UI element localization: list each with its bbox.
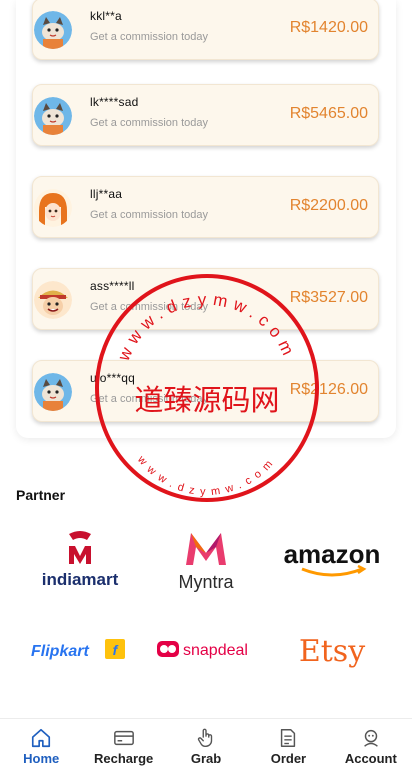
nav-grab-label: Grab (190, 751, 222, 766)
nav-home[interactable]: Home (0, 719, 82, 774)
cat-avatar (34, 11, 72, 49)
etsy-logo[interactable]: Etsy (268, 612, 396, 688)
home-icon (32, 728, 51, 748)
nav-recharge-label: Recharge (93, 751, 154, 766)
cat-avatar (34, 97, 72, 135)
myntra-wordmark: Myntra (178, 572, 234, 592)
nav-home-label: Home (23, 751, 60, 766)
nav-recharge[interactable]: Recharge (82, 719, 164, 774)
bottom-nav: Home Recharge Grab Order Account (0, 718, 412, 774)
flipkart-logo[interactable]: Flipkart f (16, 612, 144, 688)
card-icon (113, 730, 134, 746)
watermark-ring-bottom: www.dzymw.com (134, 453, 273, 498)
commission-subtitle: Get a commission today (90, 393, 208, 405)
cat-avatar (34, 373, 72, 411)
commission-amount: R$1420.00 (289, 19, 368, 36)
flipkart-wordmark: Flipkart (31, 643, 89, 660)
commission-card: kkl**a Get a commission today R$1420.00 (32, 0, 379, 60)
commission-amount: R$2126.00 (289, 381, 368, 398)
pirate-avatar (34, 281, 72, 319)
amazon-logo[interactable]: amazon (268, 522, 396, 598)
commission-subtitle: Get a commission today (90, 209, 208, 221)
commission-card: lk****sad Get a commission today R$5465.… (32, 84, 379, 146)
amazon-wordmark: amazon (284, 539, 381, 569)
user-name: kkl**a (90, 9, 122, 23)
snapdeal-logo[interactable]: snapdeal (144, 612, 268, 688)
document-icon (281, 729, 296, 747)
snapdeal-wordmark: snapdeal (183, 642, 248, 659)
commission-subtitle: Get a commission today (90, 117, 208, 129)
nav-order-label: Order (270, 751, 307, 766)
user-name: ass****ll (90, 279, 135, 293)
etsy-wordmark: Etsy (299, 634, 365, 669)
svg-text:www.dzymw.com: www.dzymw.com (134, 453, 279, 498)
commission-card: uio***qq Get a commission today R$2126.0… (32, 360, 379, 422)
commission-amount: R$5465.00 (289, 105, 368, 122)
nav-account-label: Account (344, 751, 397, 766)
commission-subtitle: Get a commission today (90, 301, 208, 313)
commission-card: ass****ll Get a commission today R$3527.… (32, 268, 379, 330)
indiamart-logo[interactable]: indiamart (16, 522, 144, 598)
partner-title: Partner (16, 487, 66, 503)
commission-amount: R$3527.00 (289, 289, 368, 306)
commission-card: llj**aa Get a commission today R$2200.00 (32, 176, 379, 238)
nav-account[interactable]: Account (330, 719, 412, 774)
nav-order[interactable]: Order (247, 719, 329, 774)
myntra-logo[interactable]: Myntra (144, 522, 268, 598)
commission-amount: R$2200.00 (289, 197, 368, 214)
commission-subtitle: Get a commission today (90, 31, 208, 43)
anime-girl-avatar (34, 189, 72, 227)
user-name: uio***qq (90, 371, 135, 385)
user-icon (363, 729, 378, 747)
user-name: llj**aa (90, 187, 123, 201)
nav-grab[interactable]: Grab (165, 719, 247, 774)
user-name: lk****sad (90, 95, 139, 109)
hand-icon (197, 728, 213, 747)
indiamart-wordmark: indiamart (42, 570, 119, 589)
